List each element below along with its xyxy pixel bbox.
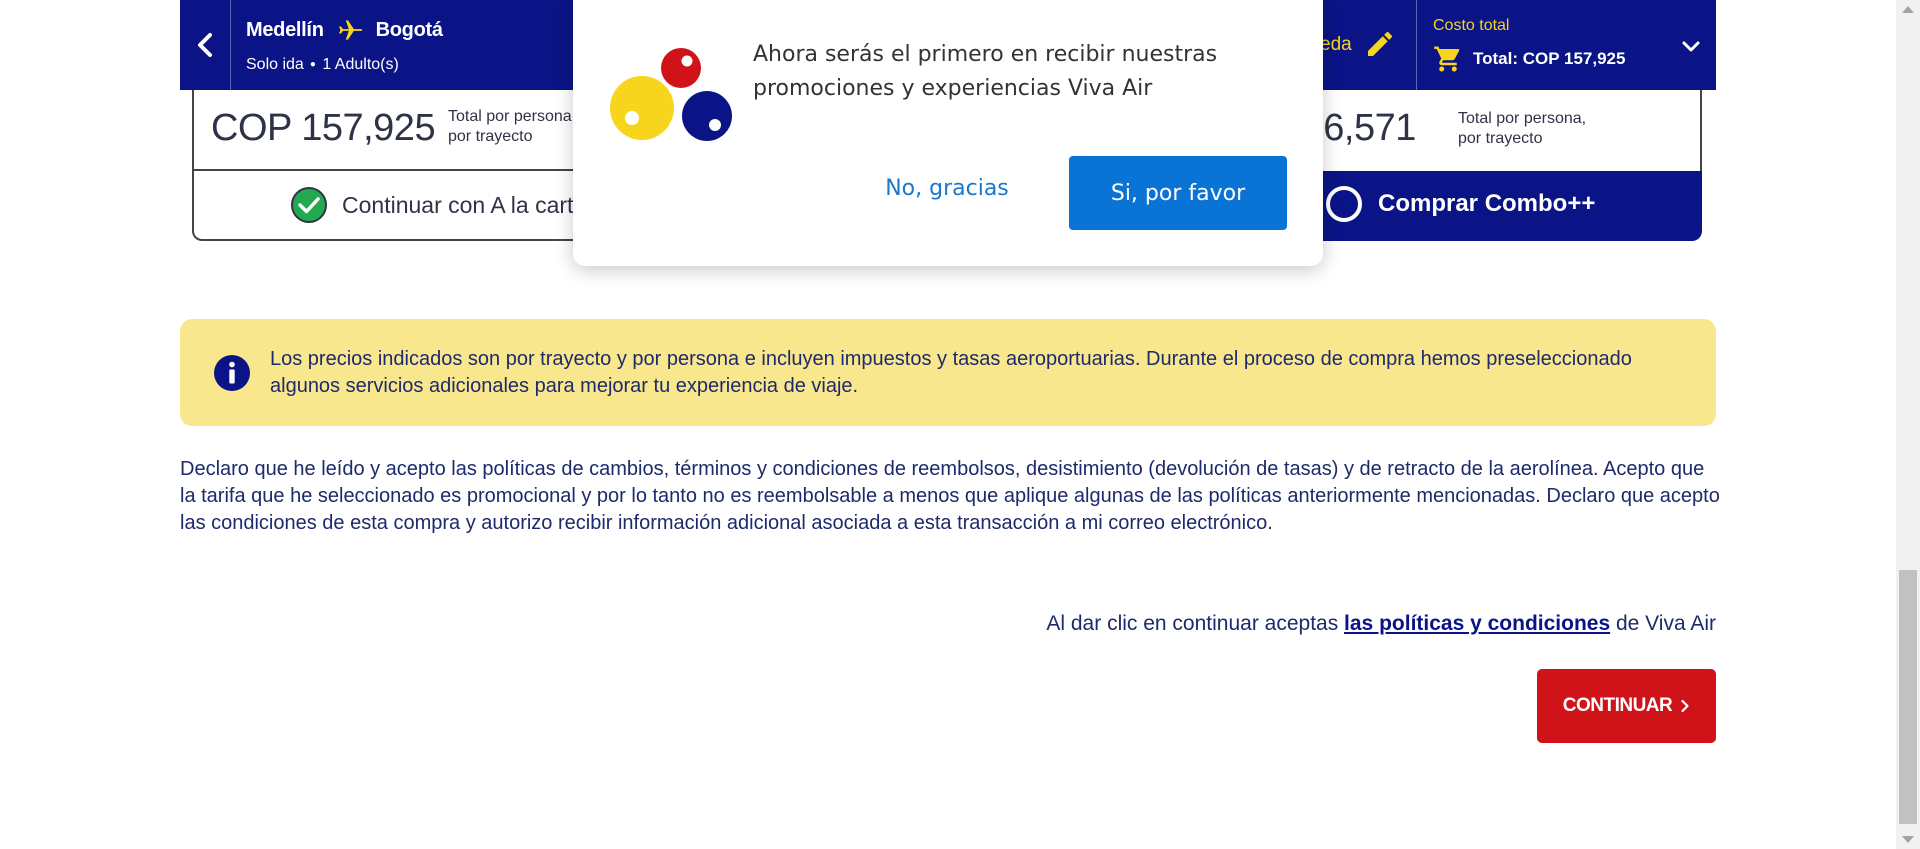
edit-search-label[interactable]: eda (1320, 34, 1352, 56)
continue-button[interactable]: CONTINUAR (1537, 669, 1716, 743)
push-notification-modal: Ahora serás el primero en recibir nuestr… (573, 0, 1323, 266)
combo-price-area: 286,571 Total por persona, por trayecto (1282, 90, 1702, 171)
modal-message: Ahora serás el primero en recibir nuestr… (753, 42, 1218, 101)
scroll-thumb[interactable] (1899, 570, 1917, 824)
price-note-line2: por trayecto (1458, 130, 1543, 147)
price-note-line2: por trayecto (448, 128, 533, 145)
continue-a-la-carta-option[interactable]: Continuar con A la carta (290, 186, 586, 224)
trip-details: Solo ida ● 1 Adulto(s) (246, 56, 399, 74)
chevron-down-icon[interactable] (1679, 34, 1703, 58)
chevron-right-icon (1681, 699, 1689, 713)
trip-type: Solo ida (246, 56, 304, 73)
info-icon (214, 355, 250, 391)
fare-price-note: Total por persona, por trayecto (448, 107, 576, 147)
policies-link[interactable]: las políticas y condiciones (1344, 612, 1610, 635)
price-note-line1: Total por persona, (1458, 110, 1587, 127)
fare-price-note: Total por persona, por trayecto (1458, 109, 1586, 149)
route-title: Medellín Bogotá (246, 16, 443, 44)
buy-combo-option[interactable]: Comprar Combo++ (1326, 186, 1595, 222)
destination-city: Bogotá (375, 18, 443, 41)
buy-combo-label: Comprar Combo++ (1378, 190, 1596, 217)
radio-icon (1326, 186, 1362, 222)
decline-button[interactable]: No, gracias (862, 176, 1032, 201)
plane-icon (338, 20, 362, 40)
cost-total-value: Total: COP 157,925 (1473, 49, 1626, 68)
card-divider (194, 169, 620, 171)
origin-city: Medellín (246, 18, 324, 41)
cost-label: Costo total (1433, 17, 1510, 34)
terms-prefix: Al dar clic en continuar aceptas (1046, 612, 1339, 635)
viva-logo (610, 48, 732, 141)
continue-a-la-carta-label: Continuar con A la carta (342, 191, 587, 218)
fare-price: COP 157,925 (211, 107, 436, 149)
back-button[interactable] (180, 0, 231, 90)
terms-acceptance: Al dar clic en continuar aceptas las pol… (1046, 612, 1716, 636)
continue-button-label: CONTINUAR (1562, 695, 1673, 716)
price-info-banner: Los precios indicados son por trayecto y… (180, 319, 1716, 426)
separator-dot: ● (309, 59, 316, 71)
scroll-down-arrow-icon[interactable] (1902, 836, 1914, 843)
total-cost-panel[interactable]: Costo total Total: COP 157,925 (1416, 0, 1716, 90)
scroll-up-arrow-icon[interactable] (1902, 6, 1914, 13)
pencil-icon[interactable] (1364, 28, 1396, 60)
accept-button[interactable]: Si, por favor (1069, 156, 1287, 230)
fare-card-a-la-carta: COP 157,925 Total por persona, por traye… (192, 90, 622, 241)
price-note-line1: Total por persona, (448, 108, 577, 125)
passenger-count: 1 Adulto(s) (322, 56, 399, 73)
chevron-left-icon (198, 33, 212, 57)
price-info-text: Los precios indicados son por trayecto y… (270, 348, 1632, 397)
fare-card-combo: 286,571 Total por persona, por trayecto … (1282, 90, 1702, 241)
cart-icon (1434, 46, 1460, 72)
terms-suffix: de Viva Air (1615, 612, 1716, 635)
check-circle-icon (291, 187, 327, 223)
page-scrollbar[interactable] (1896, 0, 1920, 849)
terms-declaration: Declaro que he leído y acepto las políti… (180, 458, 1720, 534)
